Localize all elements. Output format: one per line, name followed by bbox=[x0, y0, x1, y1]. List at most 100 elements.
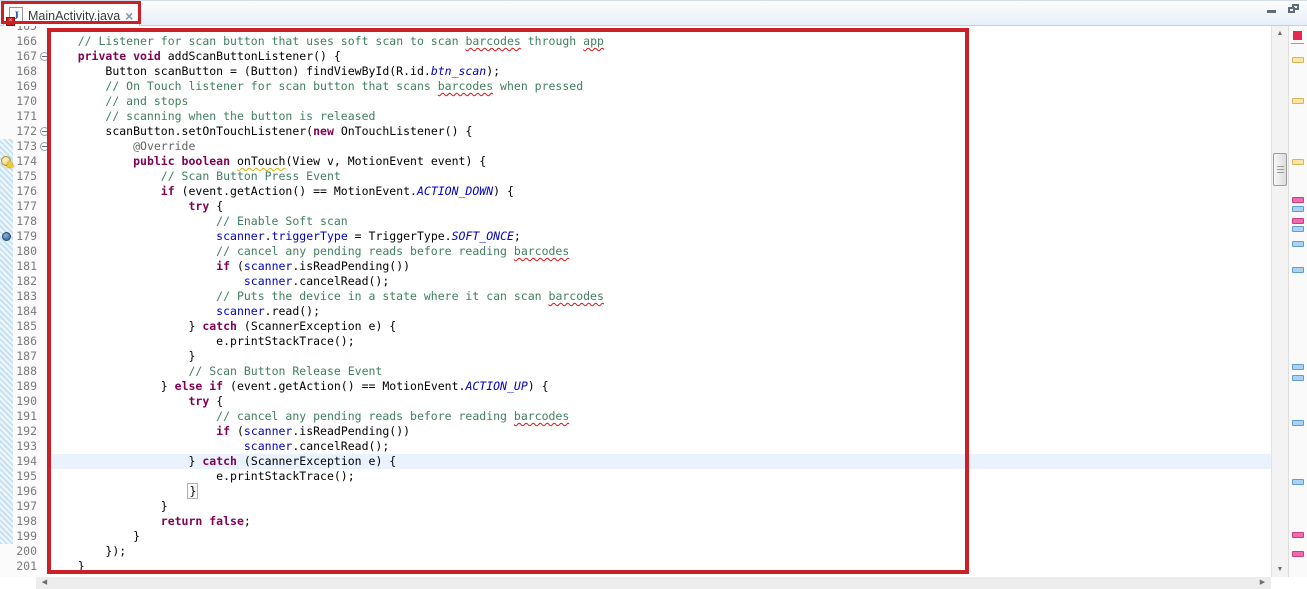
line-number[interactable]: 169 bbox=[0, 79, 37, 94]
scroll-up-icon[interactable]: ▲ bbox=[1272, 26, 1288, 41]
minimize-icon[interactable] bbox=[1266, 4, 1278, 14]
overview-marker-occurrence-pink[interactable] bbox=[1292, 551, 1304, 557]
code-line[interactable] bbox=[50, 26, 1271, 34]
code-line[interactable]: if (scanner.isReadPending()) bbox=[50, 424, 1271, 439]
line-number[interactable]: 183 bbox=[0, 289, 37, 304]
vertical-scrollbar[interactable]: ▲ ▼ bbox=[1271, 26, 1288, 577]
overview-marker-occurrence-blue[interactable] bbox=[1292, 364, 1304, 370]
line-number[interactable]: 172 bbox=[0, 124, 37, 139]
line-number[interactable]: 166 bbox=[0, 34, 37, 49]
line-number[interactable]: 173 bbox=[0, 139, 37, 154]
line-number[interactable]: 198 bbox=[0, 514, 37, 529]
line-number[interactable]: 190 bbox=[0, 394, 37, 409]
overview-marker-occurrence-blue[interactable] bbox=[1292, 267, 1304, 273]
code-line[interactable]: // scanning when the button is released bbox=[50, 109, 1271, 124]
quickfix-warning-icon[interactable] bbox=[1, 155, 13, 167]
code-line[interactable]: scanner.triggerType = TriggerType.SOFT_O… bbox=[50, 229, 1271, 244]
line-number[interactable]: 194 bbox=[0, 454, 37, 469]
code-line[interactable]: @Override bbox=[50, 139, 1271, 154]
code-line[interactable]: scanButton.setOnTouchListener(new OnTouc… bbox=[50, 124, 1271, 139]
code-line[interactable]: scanner.cancelRead(); bbox=[50, 439, 1271, 454]
restore-icon[interactable] bbox=[1288, 4, 1301, 15]
editor-gutter[interactable]: 1651661671681691701711721731741751761771… bbox=[0, 26, 50, 577]
code-line[interactable]: // Listener for scan button that uses so… bbox=[50, 34, 1271, 49]
scroll-down-icon[interactable]: ▼ bbox=[1272, 562, 1288, 577]
code-line[interactable]: scanner.cancelRead(); bbox=[50, 274, 1271, 289]
error-status-icon[interactable] bbox=[1293, 31, 1302, 40]
code-line[interactable]: // and stops bbox=[50, 94, 1271, 109]
scroll-left-icon[interactable]: ◀ bbox=[38, 577, 51, 589]
line-number[interactable]: 201 bbox=[0, 559, 37, 574]
line-number[interactable]: 185 bbox=[0, 319, 37, 334]
code-line[interactable]: return false; bbox=[50, 514, 1271, 529]
line-number[interactable]: 195 bbox=[0, 469, 37, 484]
line-number[interactable]: 182 bbox=[0, 274, 37, 289]
code-line[interactable]: // Scan Button Press Event bbox=[50, 169, 1271, 184]
code-line[interactable]: // cancel any pending reads before readi… bbox=[50, 409, 1271, 424]
code-line[interactable]: e.printStackTrace(); bbox=[50, 334, 1271, 349]
overview-marker-occurrence-blue[interactable] bbox=[1292, 375, 1304, 381]
code-line[interactable]: public boolean onTouch(View v, MotionEve… bbox=[50, 154, 1271, 169]
overview-marker-occurrence-blue[interactable] bbox=[1292, 241, 1304, 247]
overview-marker-occurrence-pink[interactable] bbox=[1292, 218, 1304, 224]
code-line[interactable]: } bbox=[50, 529, 1271, 544]
line-number[interactable]: 168 bbox=[0, 64, 37, 79]
code-line[interactable]: e.printStackTrace(); bbox=[50, 469, 1271, 484]
line-number[interactable]: 170 bbox=[0, 94, 37, 109]
line-number[interactable]: 191 bbox=[0, 409, 37, 424]
overview-marker-occurrence-pink[interactable] bbox=[1292, 532, 1304, 538]
code-editor[interactable]: // Listener for scan button that uses so… bbox=[0, 26, 1271, 577]
code-line[interactable]: scanner.read(); bbox=[50, 304, 1271, 319]
line-number[interactable]: 196 bbox=[0, 484, 37, 499]
line-number[interactable]: 171 bbox=[0, 109, 37, 124]
line-number[interactable]: 197 bbox=[0, 499, 37, 514]
line-number[interactable]: 188 bbox=[0, 364, 37, 379]
tab-mainactivity[interactable]: J × MainActivity.java × bbox=[3, 3, 140, 27]
line-number[interactable]: 200 bbox=[0, 544, 37, 559]
line-number[interactable]: 177 bbox=[0, 199, 37, 214]
code-line[interactable]: }); bbox=[50, 544, 1271, 559]
code-line[interactable]: } else if (event.getAction() == MotionEv… bbox=[50, 379, 1271, 394]
horizontal-scrollbar[interactable]: ◀ ▶ bbox=[36, 577, 1271, 589]
line-number[interactable]: 180 bbox=[0, 244, 37, 259]
line-number[interactable]: 193 bbox=[0, 439, 37, 454]
line-number[interactable]: 189 bbox=[0, 379, 37, 394]
overview-marker-warning[interactable] bbox=[1292, 159, 1304, 165]
overview-marker-occurrence-blue[interactable] bbox=[1292, 420, 1304, 426]
line-number[interactable]: 176 bbox=[0, 184, 37, 199]
vertical-scrollbar-thumb[interactable] bbox=[1273, 153, 1287, 186]
line-number[interactable]: 165 bbox=[0, 26, 37, 34]
code-line-current[interactable]: } catch (ScannerException e) { bbox=[50, 454, 1271, 469]
code-line[interactable]: private void addScanButtonListener() { bbox=[50, 49, 1271, 64]
overview-marker-occurrence-pink[interactable] bbox=[1292, 197, 1304, 203]
fold-collapse-icon[interactable] bbox=[40, 127, 49, 136]
overview-marker-occurrence-blue[interactable] bbox=[1292, 479, 1304, 485]
line-number[interactable]: 175 bbox=[0, 169, 37, 184]
fold-collapse-icon[interactable] bbox=[40, 52, 49, 61]
breakpoint-icon[interactable] bbox=[2, 232, 11, 241]
code-line[interactable]: try { bbox=[50, 394, 1271, 409]
code-line[interactable]: // cancel any pending reads before readi… bbox=[50, 244, 1271, 259]
overview-marker-warning[interactable] bbox=[1292, 57, 1304, 63]
tab-close-icon[interactable]: × bbox=[125, 9, 133, 23]
code-line[interactable]: try { bbox=[50, 199, 1271, 214]
line-number[interactable]: 184 bbox=[0, 304, 37, 319]
overview-marker-occurrence-blue[interactable] bbox=[1292, 226, 1304, 232]
code-line[interactable]: } bbox=[50, 499, 1271, 514]
code-line[interactable]: // On Touch listener for scan button tha… bbox=[50, 79, 1271, 94]
line-number[interactable]: 192 bbox=[0, 424, 37, 439]
code-line[interactable]: } catch (ScannerException e) { bbox=[50, 319, 1271, 334]
code-line[interactable]: if (event.getAction() == MotionEvent.ACT… bbox=[50, 184, 1271, 199]
overview-marker-warning[interactable] bbox=[1292, 98, 1304, 104]
scroll-right-icon[interactable]: ▶ bbox=[1256, 577, 1269, 589]
code-line[interactable]: // Puts the device in a state where it c… bbox=[50, 289, 1271, 304]
line-number[interactable]: 199 bbox=[0, 529, 37, 544]
fold-collapse-icon[interactable] bbox=[40, 142, 49, 151]
code-line[interactable]: // Enable Soft scan bbox=[50, 214, 1271, 229]
line-number[interactable]: 186 bbox=[0, 334, 37, 349]
line-number[interactable]: 181 bbox=[0, 259, 37, 274]
code-line[interactable]: } bbox=[50, 484, 1271, 499]
code-line[interactable]: // Scan Button Release Event bbox=[50, 364, 1271, 379]
overview-marker-occurrence-blue[interactable] bbox=[1292, 206, 1304, 212]
code-line[interactable]: if (scanner.isReadPending()) bbox=[50, 259, 1271, 274]
